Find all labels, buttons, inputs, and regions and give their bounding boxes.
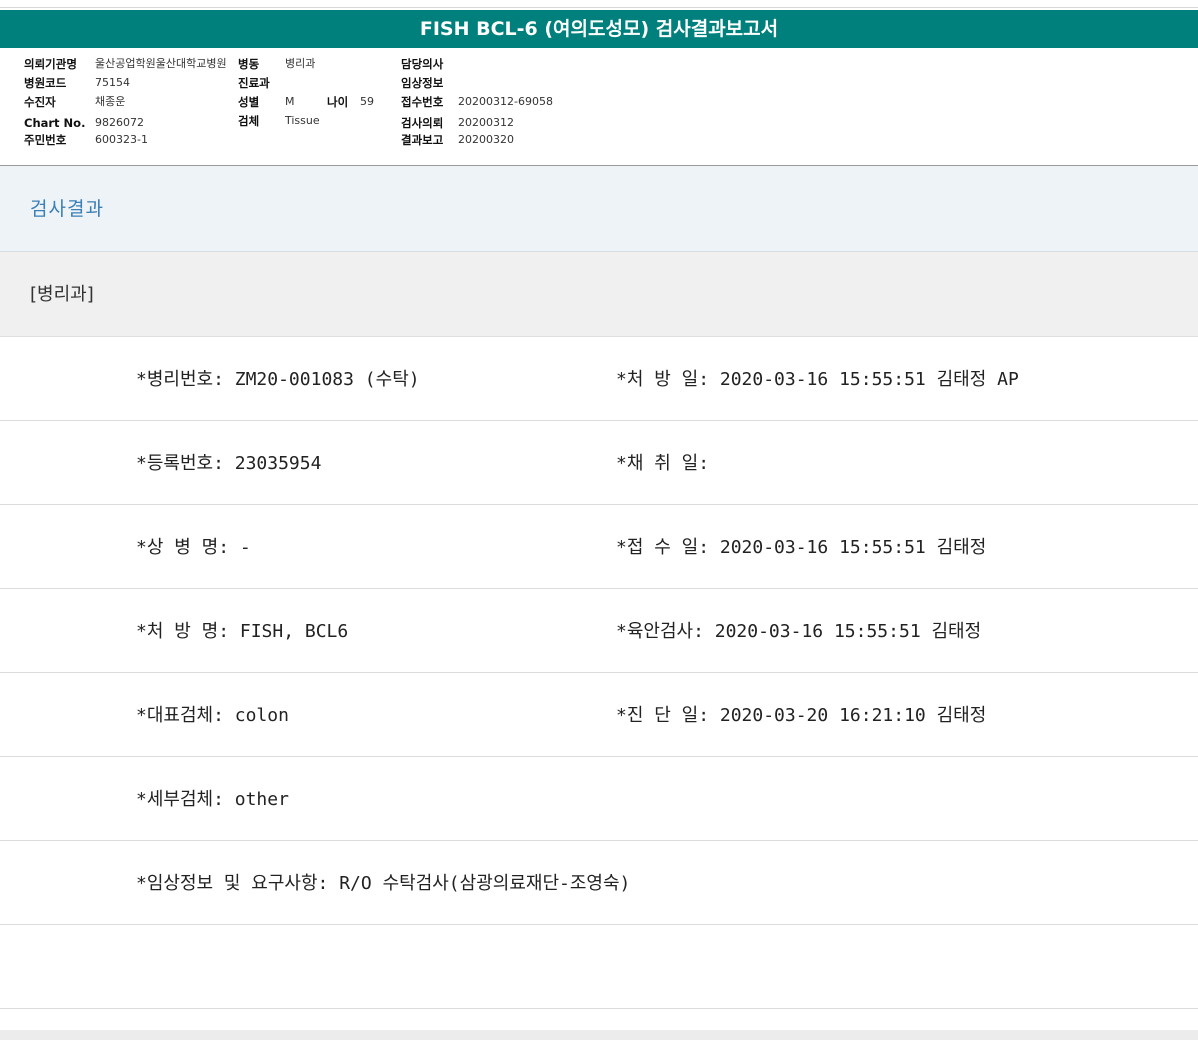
specimen-value: Tissue: [285, 114, 320, 127]
pathology-number: *병리번호: ZM20-001083 (수탁): [136, 369, 420, 390]
top-strip: [0, 0, 1198, 8]
detail-specimen: *세부검체: other: [136, 789, 289, 810]
result-row: *대표검체: colon *진 단 일: 2020-03-20 16:21:10…: [0, 673, 1198, 757]
result-row: *상 병 명: - *접 수 일: 2020-03-16 15:55:51 김태…: [0, 505, 1198, 589]
resident-no-label: 주민번호: [24, 133, 67, 147]
patient-name-value: 채종운: [95, 95, 126, 108]
ward-value: 병리과: [285, 57, 316, 70]
bottom-bar: [0, 1030, 1198, 1040]
department-name: [병리과]: [30, 284, 94, 305]
receipt-date: *접 수 일: 2020-03-16 15:55:51 김태정: [616, 537, 987, 558]
institution-label: 의뢰기관명: [24, 57, 77, 71]
resident-no-value: 600323-1: [95, 133, 148, 146]
result-row: [0, 925, 1198, 1009]
sex-value: M: [285, 95, 295, 108]
department-label: 진료과: [238, 76, 270, 90]
clinical-info-label: 임상정보: [401, 76, 444, 90]
receipt-no-value: 20200312-69058: [458, 95, 553, 108]
department-row: [병리과]: [0, 252, 1198, 337]
results-section-header: 검사결과: [0, 166, 1198, 252]
chart-no-label: Chart No.: [24, 116, 86, 130]
patient-info-panel: 의뢰기관명 울산공업학원울산대학교병원 병원코드 75154 수진자 채종운 C…: [0, 48, 1198, 166]
sex-label: 성별: [238, 95, 260, 109]
result-row: *처 방 명: FISH, BCL6 *육안검사: 2020-03-16 15:…: [0, 589, 1198, 673]
age-value: 59: [360, 95, 374, 108]
age-label: 나이: [327, 95, 349, 109]
diagnosis-name: *상 병 명: -: [136, 537, 251, 558]
gross-exam-date: *육안검사: 2020-03-16 15:55:51 김태정: [616, 621, 982, 642]
request-date-value: 20200312: [458, 116, 514, 129]
diagnosis-date: *진 단 일: 2020-03-20 16:21:10 김태정: [616, 705, 987, 726]
results-section-title: 검사결과: [30, 198, 104, 220]
report-date-value: 20200320: [458, 133, 514, 146]
representative-specimen: *대표검체: colon: [136, 705, 289, 726]
request-date-label: 검사의뢰: [401, 116, 444, 130]
order-name: *처 방 명: FISH, BCL6: [136, 621, 349, 642]
specimen-label: 검체: [238, 114, 260, 128]
result-row: *병리번호: ZM20-001083 (수탁) *처 방 일: 2020-03-…: [0, 337, 1198, 421]
hospital-code-value: 75154: [95, 76, 130, 89]
registration-number: *등록번호: 23035954: [136, 453, 322, 474]
chart-no-value: 9826072: [95, 116, 144, 129]
result-row: *등록번호: 23035954 *채 취 일:: [0, 421, 1198, 505]
patient-name-label: 수진자: [24, 95, 56, 109]
collection-date: *채 취 일:: [616, 453, 710, 474]
hospital-code-label: 병원코드: [24, 76, 67, 90]
report-date-label: 결과보고: [401, 133, 444, 147]
clinical-request: *임상정보 및 요구사항: R/O 수탁검사(삼광의료재단-조영숙): [136, 873, 631, 894]
order-date: *처 방 일: 2020-03-16 15:55:51 김태정 AP: [616, 369, 1019, 390]
receipt-no-label: 접수번호: [401, 95, 444, 109]
doctor-label: 담당의사: [401, 57, 444, 71]
report-title: FISH BCL-6 (여의도성모) 검사결과보고서: [0, 10, 1198, 48]
institution-value: 울산공업학원울산대학교병원: [95, 57, 227, 70]
ward-label: 병동: [238, 57, 260, 71]
result-row: *세부검체: other: [0, 757, 1198, 841]
result-row: *임상정보 및 요구사항: R/O 수탁검사(삼광의료재단-조영숙): [0, 841, 1198, 925]
